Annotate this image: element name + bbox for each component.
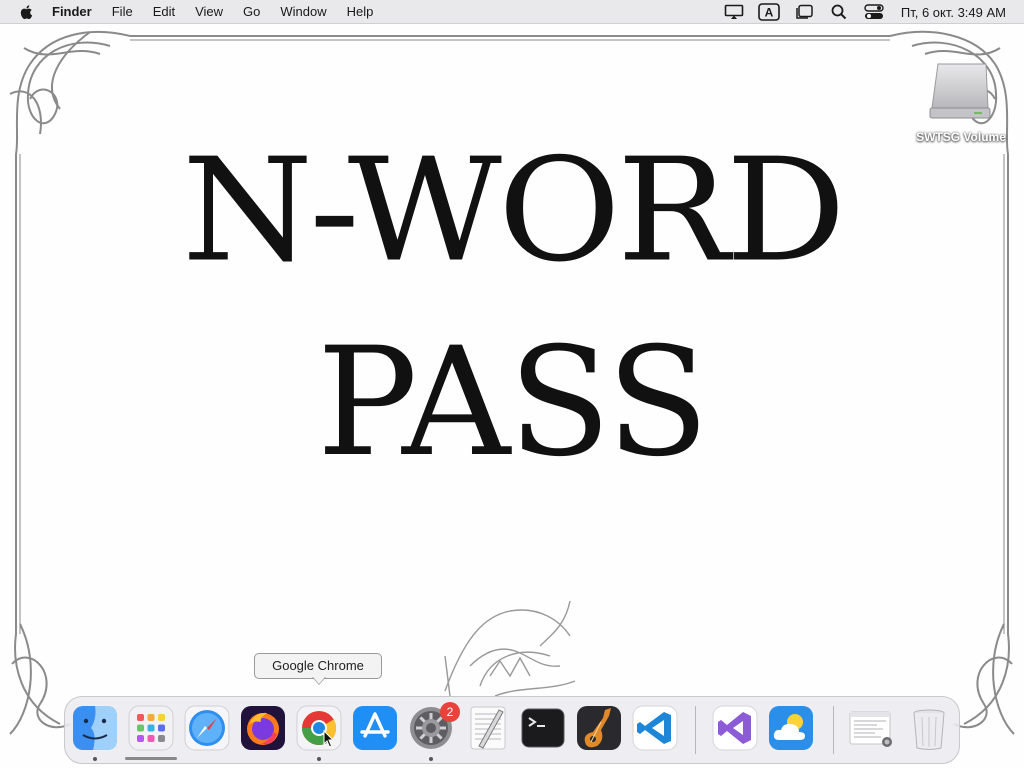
weather-icon xyxy=(769,706,813,750)
dock-separator xyxy=(833,706,834,754)
dock-item-visual-studio[interactable] xyxy=(711,704,759,752)
menu-app-name[interactable]: Finder xyxy=(52,4,92,19)
safari-icon xyxy=(184,705,230,751)
apple-menu-icon[interactable] xyxy=(18,3,36,21)
menu-window[interactable]: Window xyxy=(280,4,326,19)
dock-running-indicator xyxy=(93,757,97,761)
dock-item-downloads[interactable] xyxy=(847,704,895,752)
dock-running-indicator xyxy=(429,757,433,761)
dock-item-app-store[interactable] xyxy=(351,704,399,752)
dock-tooltip-arrow-inner xyxy=(313,677,325,684)
dock-item-visual-studio-code[interactable] xyxy=(631,704,679,752)
vscode-icon xyxy=(632,705,678,751)
app-store-icon xyxy=(353,706,397,750)
wallpaper-title-line-1: N-WORD xyxy=(181,128,846,294)
menu-view[interactable]: View xyxy=(195,4,223,19)
wallpaper-logo-mark-icon xyxy=(444,600,576,697)
dock-item-firefox[interactable] xyxy=(239,704,287,752)
menu-file[interactable]: File xyxy=(112,4,133,19)
downloads-stack-icon xyxy=(849,711,892,747)
display-icon[interactable] xyxy=(723,3,745,21)
input-source-icon[interactable]: A xyxy=(758,3,780,21)
dock-item-trash[interactable] xyxy=(905,704,953,752)
desktop-drive[interactable]: SWTSG Volume xyxy=(906,58,1016,154)
menu-bar: Finder File Edit View Go Window Help A П… xyxy=(0,0,1024,24)
desktop-wallpaper: N-WORD PASS SWTSG Volume xyxy=(0,24,1024,768)
menu-go[interactable]: Go xyxy=(243,4,260,19)
dock-separator xyxy=(695,706,696,754)
dock-running-indicator xyxy=(317,757,321,761)
terminal-icon xyxy=(521,708,565,748)
garageband-icon xyxy=(577,706,621,750)
trash-icon xyxy=(913,709,945,750)
dock-item-garageband[interactable] xyxy=(575,704,623,752)
notification-badge: 2 xyxy=(440,702,460,722)
external-drive-icon xyxy=(929,63,991,119)
control-center-icon[interactable] xyxy=(863,3,885,21)
menu-clock[interactable]: Пт, 6 окт. 3:49 AM xyxy=(901,5,1006,20)
menu-help[interactable]: Help xyxy=(347,4,374,19)
dock-item-safari[interactable] xyxy=(183,704,231,752)
chrome-icon xyxy=(296,705,342,751)
menu-edit[interactable]: Edit xyxy=(153,4,175,19)
dock-item-weather[interactable] xyxy=(767,704,815,752)
dock-item-textedit[interactable] xyxy=(463,704,511,752)
mouse-cursor-icon xyxy=(323,730,335,748)
dock-item-finder[interactable] xyxy=(71,704,119,752)
dock-tooltip: Google Chrome xyxy=(254,653,382,679)
dock-scroll-indicator xyxy=(125,757,177,760)
finder-icon xyxy=(73,706,117,750)
spotlight-icon[interactable] xyxy=(828,3,850,21)
visual-studio-icon xyxy=(712,705,758,751)
dock-item-google-chrome[interactable] xyxy=(295,704,343,752)
stage-manager-icon[interactable] xyxy=(793,3,815,21)
wallpaper-title-line-2: PASS xyxy=(316,316,709,490)
dock-item-terminal[interactable] xyxy=(519,704,567,752)
textedit-icon xyxy=(470,706,506,750)
dock-item-launchpad[interactable] xyxy=(127,704,175,752)
firefox-icon xyxy=(241,706,285,750)
input-source-label: A xyxy=(765,6,774,20)
launchpad-icon xyxy=(128,705,174,751)
drive-label: SWTSG Volume xyxy=(916,130,1006,144)
